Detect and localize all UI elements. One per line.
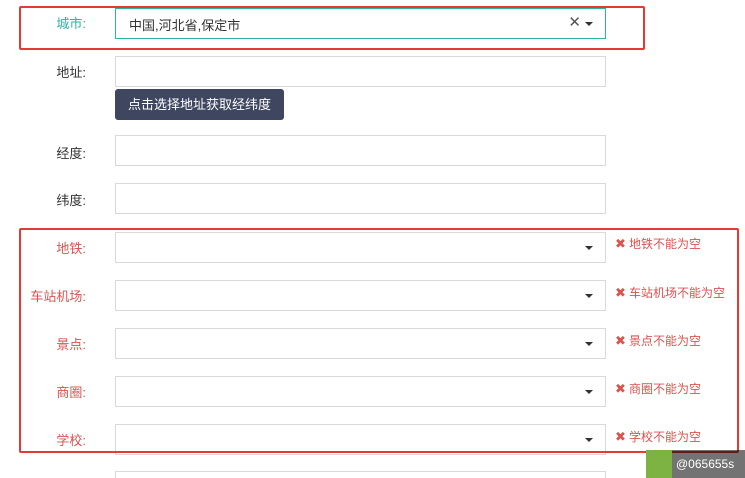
caret-down-icon[interactable]: [585, 294, 593, 298]
scenic-error-text: 景点不能为空: [629, 334, 702, 348]
business-district-select[interactable]: [115, 376, 606, 407]
subway-select[interactable]: [115, 232, 606, 263]
caret-down-icon[interactable]: [585, 342, 593, 346]
city-select[interactable]: 中国,河北省,保定市 ✕: [115, 8, 606, 39]
error-icon: ✖: [615, 285, 626, 300]
caret-down-icon[interactable]: [585, 390, 593, 394]
watermark: @065655s: [646, 450, 745, 478]
clear-icon[interactable]: ✕: [568, 13, 581, 33]
station-airport-error: ✖ 车站机场不能为空: [615, 285, 725, 301]
scenic-label: 景点:: [56, 337, 86, 352]
business-district-error: ✖ 商圈不能为空: [615, 381, 701, 397]
scenic-error: ✖ 景点不能为空: [615, 333, 701, 349]
city-label: 城市:: [56, 16, 86, 31]
station-airport-select[interactable]: [115, 280, 606, 311]
school-select[interactable]: [115, 424, 606, 455]
station-airport-label: 车站机场:: [30, 289, 86, 304]
latitude-label: 纬度:: [56, 193, 86, 208]
error-icon: ✖: [615, 429, 626, 444]
longitude-input[interactable]: [115, 135, 606, 166]
error-icon: ✖: [615, 333, 626, 348]
subway-error-text: 地铁不能为空: [629, 237, 702, 251]
caret-down-icon[interactable]: [585, 246, 593, 250]
school-label: 学校:: [56, 433, 86, 448]
city-select-value: 中国,河北省,保定市: [129, 18, 241, 33]
address-input[interactable]: [115, 56, 606, 87]
address-label: 地址:: [56, 65, 86, 80]
caret-down-icon[interactable]: [585, 438, 593, 442]
caret-down-icon[interactable]: [585, 22, 593, 26]
scenic-select[interactable]: [115, 328, 606, 359]
error-icon: ✖: [615, 236, 626, 251]
school-error: ✖ 学校不能为空: [615, 429, 701, 445]
watermark-logo-icon: [646, 450, 672, 478]
form-page: 城市: 中国,河北省,保定市 ✕ 地址: 点击选择地址获取经纬度 经度: 纬度:…: [0, 0, 745, 478]
subway-error: ✖ 地铁不能为空: [615, 236, 701, 252]
business-district-label: 商圈:: [56, 385, 86, 400]
school-error-text: 学校不能为空: [629, 430, 702, 444]
station-airport-error-text: 车站机场不能为空: [629, 286, 726, 300]
error-icon: ✖: [615, 381, 626, 396]
business-district-error-text: 商圈不能为空: [629, 382, 702, 396]
locate-address-button[interactable]: 点击选择地址获取经纬度: [115, 89, 284, 120]
latitude-input[interactable]: [115, 183, 606, 214]
next-field-input[interactable]: [115, 471, 606, 478]
watermark-text: @065655s: [676, 457, 735, 471]
longitude-label: 经度:: [56, 146, 86, 161]
subway-label: 地铁:: [56, 241, 86, 256]
